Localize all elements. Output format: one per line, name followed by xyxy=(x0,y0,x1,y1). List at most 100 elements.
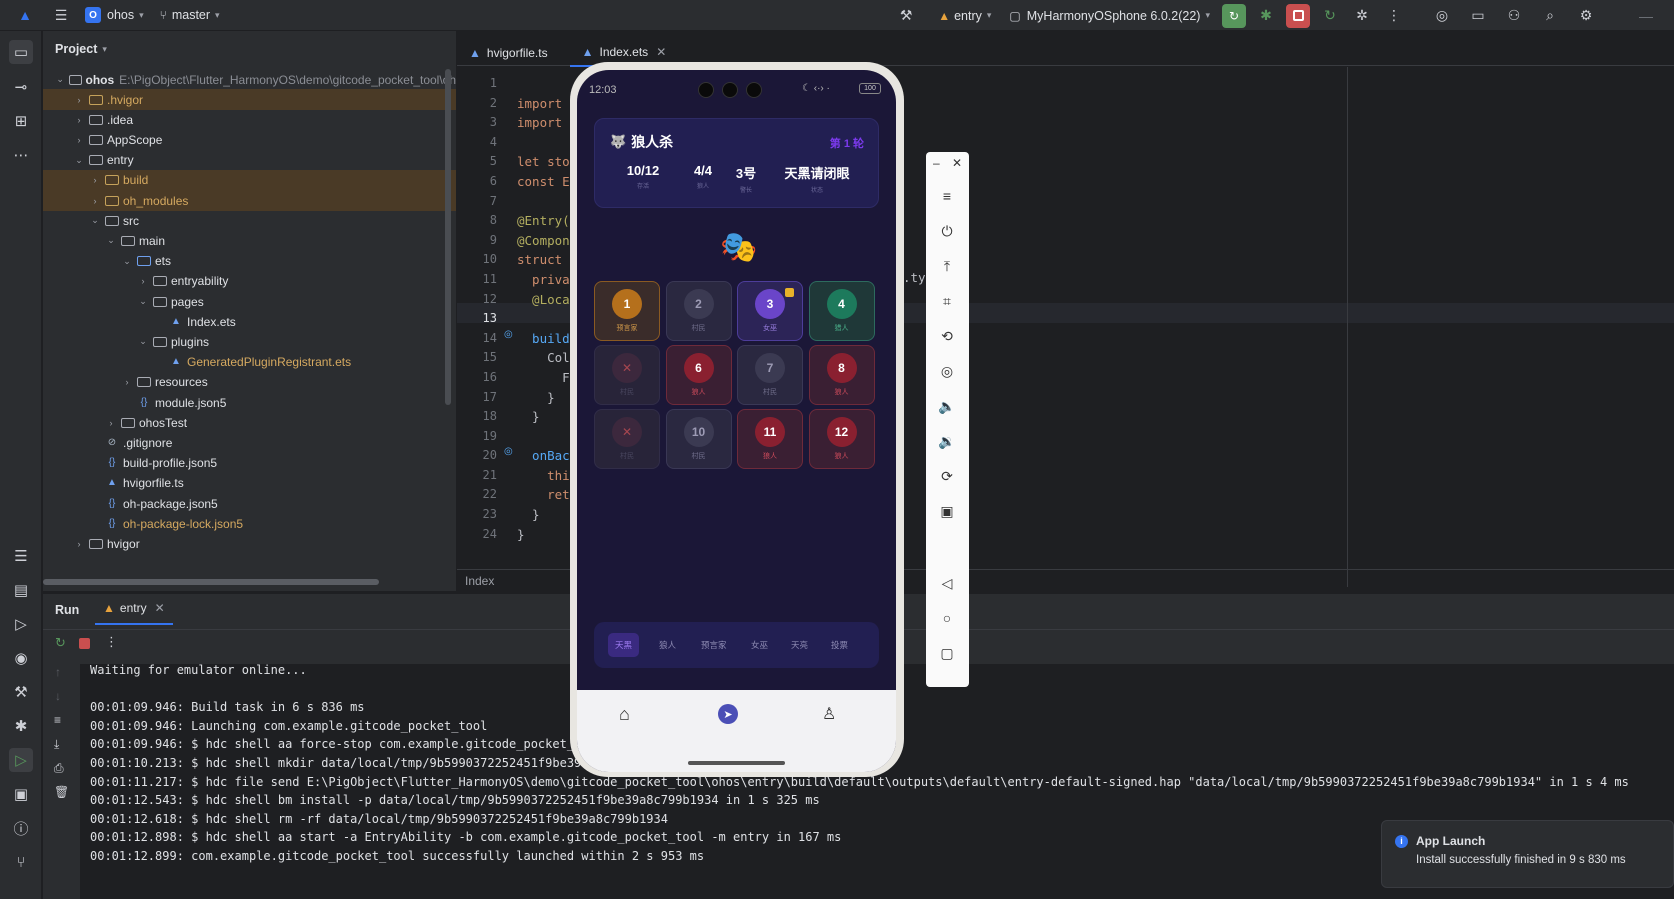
device-selector[interactable]: ▢ MyHarmonyOSphone 6.0.2(22) ▾ xyxy=(1009,9,1210,23)
tree-item[interactable]: {} oh-package.json5 xyxy=(43,493,456,514)
target-icon[interactable]: ◎ xyxy=(1430,4,1454,28)
tree-item[interactable]: ⌄ main xyxy=(43,230,456,251)
volume-up-icon[interactable]: 🔈 xyxy=(937,396,957,416)
tree-root[interactable]: ⌄ ohos E:\PigObject\Flutter_HarmonyOS\demo… xyxy=(43,69,456,90)
close-tab-icon[interactable]: ✕ xyxy=(656,45,666,59)
tree-item[interactable]: ▲ hvigorfile.ts xyxy=(43,473,456,494)
profiler-side-icon[interactable]: ◉ xyxy=(9,646,33,670)
player-card[interactable]: 8 狼人 xyxy=(808,345,875,405)
tree-item[interactable]: › build xyxy=(43,169,456,191)
crop-icon[interactable]: ⌗ xyxy=(937,291,957,311)
more-vertical-icon[interactable]: ⋮ xyxy=(1382,4,1406,28)
tree-item[interactable]: ⌄ pages xyxy=(43,291,456,312)
tree-item[interactable]: › .idea xyxy=(43,109,456,130)
player-card[interactable]: 12 狼人 xyxy=(808,409,875,469)
minimize-icon[interactable]: — xyxy=(1634,4,1658,28)
soft-wrap-icon[interactable]: ≡ xyxy=(54,713,61,727)
tree-item[interactable]: › entryability xyxy=(43,271,456,292)
player-card[interactable]: 1 预言家 xyxy=(594,281,660,341)
account-icon[interactable]: ⚇ xyxy=(1502,4,1526,28)
breadcrumb[interactable]: Index xyxy=(465,574,494,588)
services-icon[interactable]: ▷ xyxy=(9,612,33,636)
compass-icon[interactable]: ➤ xyxy=(718,704,738,724)
run-side-icon[interactable]: ▷ xyxy=(9,748,33,772)
settings-gear-icon[interactable]: ⚙ xyxy=(1574,4,1598,28)
database-icon[interactable]: ▤ xyxy=(9,578,33,602)
structure-icon[interactable]: ⊞ xyxy=(9,109,33,133)
screenshot-icon[interactable]: ▣ xyxy=(937,501,957,521)
build-side-icon[interactable]: ⚒ xyxy=(9,680,33,704)
player-card[interactable]: 3 女巫 xyxy=(737,281,803,341)
player-card[interactable]: 11 狼人 xyxy=(737,409,803,469)
player-card[interactable]: 6 狼人 xyxy=(665,345,732,405)
tree-item[interactable]: › oh_modules xyxy=(43,190,456,211)
main-menu-icon[interactable]: ☰ xyxy=(49,3,73,27)
player-card[interactable]: 10 村民 xyxy=(665,409,732,469)
profiler-icon[interactable]: ✲ xyxy=(1350,4,1374,28)
close-tab-icon[interactable]: ✕ xyxy=(155,601,165,615)
problems-icon[interactable]: ⓘ xyxy=(9,816,33,840)
clear-console-icon[interactable]: 🗑 xyxy=(54,785,69,799)
gutter-marker-icon[interactable]: ◎ xyxy=(504,446,513,457)
debug-side-icon[interactable]: ✱ xyxy=(9,714,33,738)
player-card[interactable]: ✕ 村民 xyxy=(594,345,660,405)
location-icon[interactable]: ◎ xyxy=(937,361,957,381)
horizontal-scrollbar[interactable] xyxy=(43,579,379,585)
volume-down-icon[interactable]: 🔉 xyxy=(937,431,957,451)
tree-item[interactable]: › resources xyxy=(43,372,456,393)
tree-item[interactable]: ⊘ .gitignore xyxy=(43,432,456,453)
project-selector[interactable]: O ohos ▾ xyxy=(85,7,144,23)
project-panel-header[interactable]: Project ▾ xyxy=(55,42,107,56)
home-indicator[interactable] xyxy=(688,761,785,765)
run-config-selector[interactable]: ▲ entry ▾ xyxy=(938,9,991,23)
build-hammer-icon[interactable]: ⚒ xyxy=(894,4,918,28)
gutter-marker-icon[interactable]: ◎ xyxy=(504,329,513,340)
branch-selector[interactable]: ⑂ master ▾ xyxy=(160,8,220,22)
profile-icon[interactable]: ♙ xyxy=(822,704,836,724)
stop-button[interactable] xyxy=(1286,3,1310,28)
tab-hvigorfile[interactable]: ▲ hvigorfile.ts xyxy=(457,39,560,67)
phase-chip[interactable]: 预言家 xyxy=(694,633,734,657)
upload-icon[interactable]: ⤒ xyxy=(937,256,957,276)
rerun-button[interactable]: ↻ xyxy=(1222,3,1246,28)
code-content[interactable]: import import let sto const E @Entry(@Compon… xyxy=(517,74,570,544)
scroll-to-end-icon[interactable]: ⤓ xyxy=(54,737,59,752)
project-folder-icon[interactable]: ▭ xyxy=(9,40,33,64)
minimize-icon[interactable]: – xyxy=(933,156,940,170)
tree-item[interactable]: {} build-profile.json5 xyxy=(43,453,456,474)
terminal-icon[interactable]: ▣ xyxy=(9,782,33,806)
more-vertical-icon[interactable]: ⋮ xyxy=(105,634,118,650)
app-launch-notification[interactable]: i App Launch Install successfully finish… xyxy=(1381,820,1674,888)
scroll-down-icon[interactable]: ↓ xyxy=(55,689,61,703)
git-icon[interactable]: ⑂ xyxy=(9,850,33,874)
tree-item[interactable]: › ohosTest xyxy=(43,412,456,433)
tree-item[interactable]: ⌄ src xyxy=(43,210,456,231)
phase-chip[interactable]: 狼人 xyxy=(652,633,683,657)
phase-chip[interactable]: 女巫 xyxy=(744,633,775,657)
more-horizontal-icon[interactable]: ⋯ xyxy=(9,143,33,167)
menu-icon[interactable]: ≡ xyxy=(937,186,957,206)
home-circle-icon[interactable]: ○ xyxy=(937,608,957,628)
search-icon[interactable]: ⌕ xyxy=(1538,4,1562,28)
power-icon[interactable]: ⏻ xyxy=(937,221,957,241)
tree-item[interactable]: › hvigor xyxy=(43,533,456,554)
tree-item[interactable]: {} oh-package-lock.json5 xyxy=(43,513,456,534)
tree-item[interactable]: ▲ Index.ets xyxy=(43,311,456,332)
scroll-up-icon[interactable]: ↑ xyxy=(55,665,61,679)
commit-icon[interactable]: ⊸ xyxy=(9,75,33,99)
rotate-device-icon[interactable]: ⟳ xyxy=(937,466,957,486)
tree-item[interactable]: ⌄ ets xyxy=(43,251,456,272)
phase-chip[interactable]: 天亮 xyxy=(784,633,815,657)
rerun-icon[interactable]: ↻ xyxy=(55,635,66,651)
todo-icon[interactable]: ☰ xyxy=(9,544,33,568)
stop-run-icon[interactable] xyxy=(79,638,90,649)
player-card[interactable]: ✕ 村民 xyxy=(594,409,660,469)
player-card[interactable]: 4 猎人 xyxy=(808,281,875,341)
phase-chip[interactable]: 天黑 xyxy=(608,633,640,657)
tree-item[interactable]: › .hvigor xyxy=(43,89,456,110)
debug-icon[interactable]: ✱ xyxy=(1254,4,1278,28)
player-card[interactable]: 7 村民 xyxy=(737,345,803,405)
phase-chip[interactable]: 投票 xyxy=(824,633,855,657)
home-icon[interactable]: ⌂ xyxy=(619,704,630,725)
tree-item[interactable]: › AppScope xyxy=(43,129,456,150)
